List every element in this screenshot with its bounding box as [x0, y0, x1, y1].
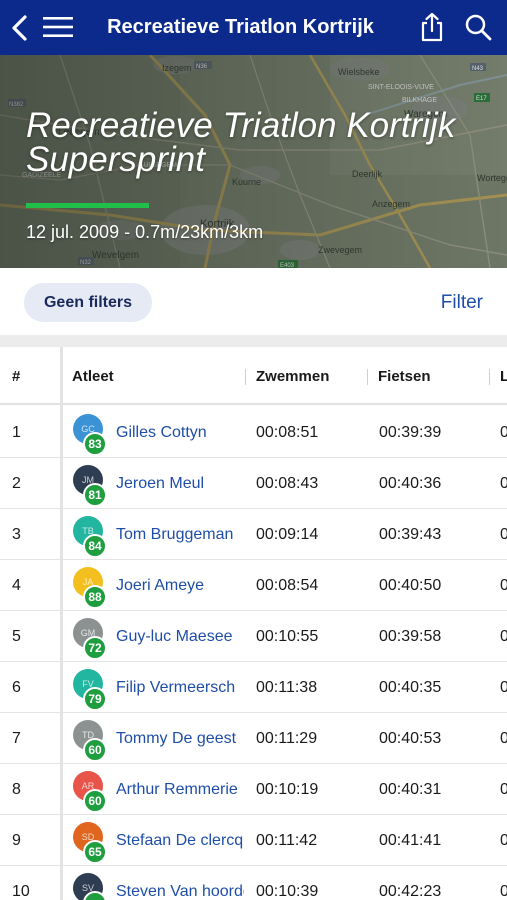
run-time-cell: 0 [500, 679, 507, 696]
menu-icon[interactable] [43, 16, 73, 38]
table-row[interactable]: 6 FV 79 Filip Vermeersch 00:11:38 00:40:35 0 [0, 662, 507, 713]
run-time-cell: 0 [500, 526, 507, 543]
race-subtitle: 12 jul. 2009 - 0.7m/23km/3km [26, 222, 264, 242]
swim-time-cell: 00:10:19 [256, 781, 319, 798]
athlete-name-link[interactable]: Steven Van hoorde [116, 866, 244, 900]
swim-time-cell: 00:11:29 [256, 730, 318, 747]
run-time-cell: 0 [500, 628, 507, 645]
table-row[interactable]: 5 GM 72 Guy-luc Maesee 00:10:55 00:39:58 0 [0, 611, 507, 662]
race-title: Recreatieve Triatlon Kortrijk Supersprin… [26, 106, 456, 179]
sticky-column-divider [60, 347, 63, 900]
app-bar-title: Recreatieve Triatlon Kortrijk [107, 16, 374, 38]
table-row[interactable]: 3 TB 84 Tom Bruggeman 00:09:14 00:39:43 0 [0, 509, 507, 560]
table-row[interactable]: 7 TD 60 Tommy De geest 00:11:29 00:40:53 0 [0, 713, 507, 764]
rank-cell: 10 [12, 883, 30, 900]
athlete-name-link[interactable]: Guy-luc Maesee [116, 611, 244, 662]
search-icon[interactable] [464, 13, 492, 41]
bike-time-cell: 00:40:35 [379, 679, 442, 696]
rank-cell: 9 [12, 832, 21, 849]
race-hero-banner: Izegem Wielsbeke SINT-ELOOIS-VIJVE BILKH… [0, 55, 507, 268]
run-time-cell: 0 [500, 475, 507, 492]
score-badge: 88 [83, 585, 107, 609]
run-time-cell: 0 [500, 832, 507, 849]
run-time-cell: 0 [500, 577, 507, 594]
athlete-name-link[interactable]: Stefaan De clercq [116, 815, 244, 866]
rank-cell: 7 [12, 730, 21, 747]
bike-time-cell: 00:41:41 [379, 832, 442, 849]
no-filters-chip[interactable]: Geen filters [24, 283, 152, 322]
swim-time-cell: 00:11:42 [256, 832, 318, 849]
score-badge: 84 [83, 534, 107, 558]
athlete-name-link[interactable]: Arthur Remmerie [116, 764, 244, 815]
column-header-rank[interactable]: # [12, 347, 20, 405]
athlete-name-link[interactable]: Filip Vermeersch [116, 662, 244, 713]
score-badge: 60 [83, 738, 107, 762]
bike-time-cell: 00:39:39 [379, 424, 442, 441]
swim-time-cell: 00:08:51 [256, 424, 319, 441]
column-divider [367, 369, 368, 385]
swim-time-cell: 00:11:38 [256, 679, 318, 696]
score-badge: 81 [83, 483, 107, 507]
table-row[interactable]: 1 GC 83 Gilles Cottyn 00:08:51 00:39:39 0 [0, 407, 507, 458]
rank-cell: 3 [12, 526, 21, 543]
column-header-bike[interactable]: Fietsen [378, 347, 431, 405]
bike-time-cell: 00:40:50 [379, 577, 442, 594]
athlete-name-link[interactable]: Joeri Ameye [116, 560, 244, 611]
rank-cell: 6 [12, 679, 21, 696]
bike-time-cell: 00:39:43 [379, 526, 442, 543]
column-header-swim[interactable]: Zwemmen [256, 347, 329, 405]
athlete-name-link[interactable]: Gilles Cottyn [116, 407, 244, 458]
table-row[interactable]: 10 SV Steven Van hoorde 00:10:39 00:42:23 0 [0, 866, 507, 900]
table-row[interactable]: 4 JA 88 Joeri Ameye 00:08:54 00:40:50 0 [0, 560, 507, 611]
run-time-cell: 0 [500, 883, 507, 900]
score-badge: 79 [83, 687, 107, 711]
score-badge: 60 [83, 789, 107, 813]
athlete-name-link[interactable]: Jeroen Meul [116, 458, 244, 509]
rank-cell: 4 [12, 577, 21, 594]
column-header-athlete[interactable]: Atleet [72, 347, 114, 405]
back-icon[interactable] [8, 12, 32, 44]
swim-time-cell: 00:10:55 [256, 628, 319, 645]
rank-cell: 8 [12, 781, 21, 798]
athlete-name-link[interactable]: Tommy De geest [116, 713, 244, 764]
top-app-bar: Recreatieve Triatlon Kortrijk [0, 0, 507, 55]
table-header: # Atleet Zwemmen Fietsen L [0, 347, 507, 405]
swim-time-cell: 00:08:54 [256, 577, 319, 594]
rank-cell: 1 [12, 424, 21, 441]
section-divider [0, 335, 507, 347]
table-row[interactable]: 8 AR 60 Arthur Remmerie 00:10:19 00:40:31 0 [0, 764, 507, 815]
filter-bar: Geen filters Filter [0, 268, 507, 335]
run-time-cell: 0 [500, 730, 507, 747]
bike-time-cell: 00:40:31 [379, 781, 442, 798]
swim-time-cell: 00:09:14 [256, 526, 319, 543]
table-row[interactable]: 9 SD 65 Stefaan De clercq 00:11:42 00:41:41 0 [0, 815, 507, 866]
swim-time-cell: 00:08:43 [256, 475, 319, 492]
accent-bar [26, 203, 149, 208]
table-row[interactable]: 2 JM 81 Jeroen Meul 00:08:43 00:40:36 0 [0, 458, 507, 509]
run-time-cell: 0 [500, 424, 507, 441]
athlete-name-link[interactable]: Tom Bruggeman [116, 509, 244, 560]
bike-time-cell: 00:39:58 [379, 628, 442, 645]
score-badge: 65 [83, 840, 107, 864]
filter-button[interactable]: Filter [441, 292, 483, 314]
rank-cell: 5 [12, 628, 21, 645]
rank-cell: 2 [12, 475, 21, 492]
swim-time-cell: 00:10:39 [256, 883, 319, 900]
bike-time-cell: 00:40:36 [379, 475, 442, 492]
bike-time-cell: 00:42:23 [379, 883, 442, 900]
score-badge: 72 [83, 636, 107, 660]
share-icon[interactable] [419, 12, 445, 42]
column-divider [245, 369, 246, 385]
score-badge: 83 [83, 432, 107, 456]
bike-time-cell: 00:40:53 [379, 730, 442, 747]
column-divider [489, 369, 490, 385]
column-header-run[interactable]: L [500, 347, 507, 405]
results-table[interactable]: # Atleet Zwemmen Fietsen L 1 GC 83 Gilles C… [0, 347, 507, 900]
run-time-cell: 0 [500, 781, 507, 798]
